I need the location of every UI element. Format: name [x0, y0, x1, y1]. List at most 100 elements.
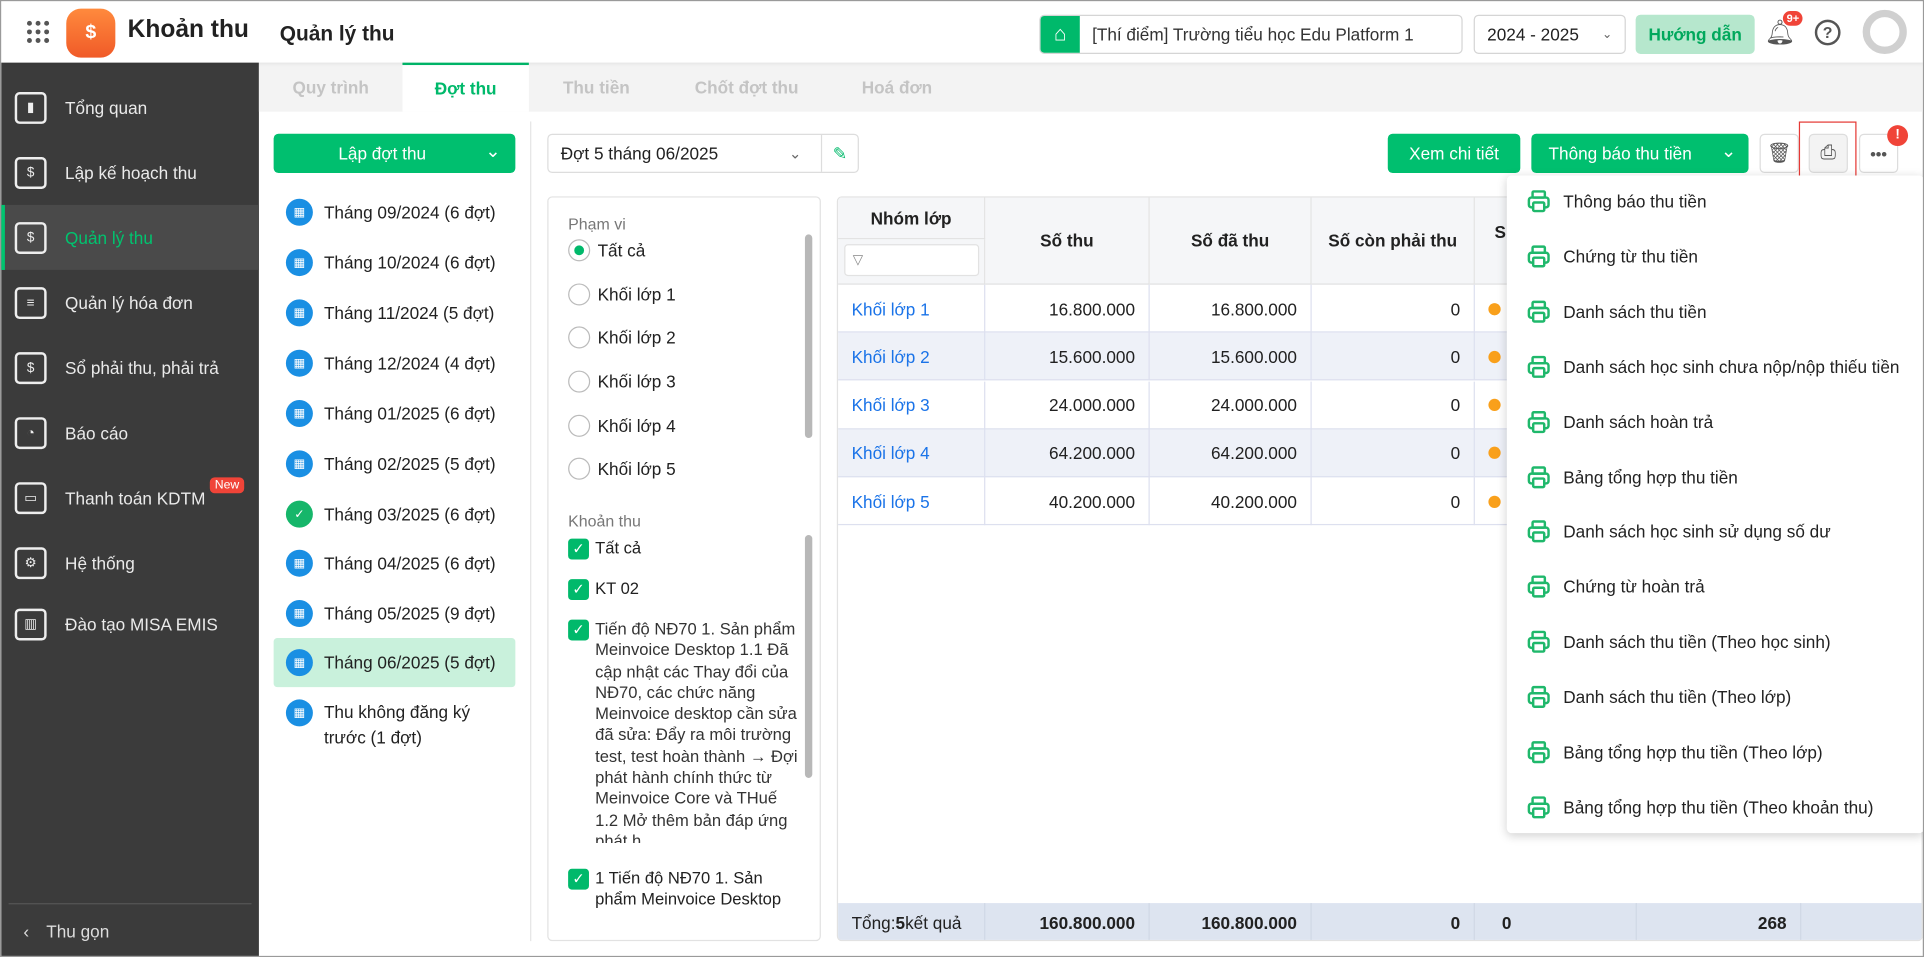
create-period-button[interactable]: Lập đợt thu ⌄ — [273, 133, 516, 174]
payment-notice-button[interactable]: Thông báo thu tiền ⌄ — [1531, 133, 1749, 174]
radio-icon[interactable] — [568, 414, 591, 437]
print-menu-item[interactable]: Danh sách học sinh chưa nộp/nộp thiếu ti… — [1507, 340, 1923, 394]
tab-dot-thu[interactable]: Đợt thu — [402, 62, 529, 112]
avatar[interactable] — [1862, 9, 1907, 54]
filter-funnel-icon[interactable]: ▽ — [844, 244, 980, 277]
fee-option-label: Tất cả — [595, 538, 642, 558]
year-value: 2024 - 2025 — [1487, 24, 1579, 45]
sidebar-item-label: Hệ thống — [65, 552, 135, 573]
checkbox-checked-icon[interactable]: ✓ — [568, 868, 589, 890]
printer-icon — [1526, 575, 1551, 600]
period-item[interactable]: ▦ Tháng 01/2025 (6 đợt) — [274, 389, 516, 438]
group-cell[interactable]: Khối lớp 4 — [838, 429, 986, 478]
group-cell[interactable]: Khối lớp 5 — [838, 477, 986, 526]
radio-icon[interactable] — [568, 326, 591, 349]
school-selector[interactable]: ⌂ [Thí điểm] Trường tiểu học Edu Platform… — [1039, 14, 1463, 54]
card-icon: ▭ — [14, 481, 47, 514]
period-item[interactable]: ▦ Tháng 06/2025 (5 đợt) — [273, 638, 516, 688]
radio-icon[interactable] — [568, 283, 591, 306]
guide-button[interactable]: Hướng dẫn — [1635, 14, 1755, 54]
view-detail-button[interactable]: Xem chi tiết — [1387, 133, 1521, 174]
fee-checkbox[interactable]: ✓ 1 Tiến độ NĐ70 1. Sản phẩm Meinvoice De… — [568, 868, 801, 912]
fee-checkbox[interactable]: ✓ Tất cả — [568, 537, 801, 560]
period-item[interactable]: ▦ Tháng 05/2025 (9 đợt) — [274, 589, 516, 638]
help-icon[interactable]: ? — [1814, 19, 1841, 46]
fee-checkbox[interactable]: ✓ Tiến độ NĐ70 1. Sản phẩm Meinvoice Desk… — [568, 618, 801, 843]
scope-radio[interactable]: Khối lớp 5 — [568, 457, 676, 480]
scope-radio[interactable]: Khối lớp 4 — [568, 414, 676, 437]
tab-thu-tien[interactable]: Thu tiền — [529, 63, 664, 112]
sidebar-item-6[interactable]: ▭ Thanh toán KDTM New — [1, 465, 259, 530]
print-menu-item[interactable]: Chứng từ hoàn trả — [1507, 560, 1923, 614]
sidebar-item-8[interactable]: ▥ Đào tạo MISA EMIS — [1, 591, 259, 656]
group-cell[interactable]: Khối lớp 1 — [838, 284, 986, 333]
checkbox-checked-icon[interactable]: ✓ — [568, 538, 589, 560]
print-menu-item[interactable]: Danh sách học sinh sử dụng số dư — [1507, 505, 1923, 559]
group-cell[interactable]: Khối lớp 3 — [838, 381, 986, 429]
period-item[interactable]: ▦ Tháng 11/2024 (5 đợt) — [274, 288, 516, 337]
book-icon: ▥ — [14, 607, 47, 640]
group-cell[interactable]: Khối lớp 2 — [838, 332, 986, 381]
edit-pencil-icon[interactable]: ✎ — [820, 134, 858, 172]
sidebar-item-7[interactable]: ⚙ Hệ thống — [1, 530, 259, 595]
fee-option-label: KT 02 — [595, 579, 640, 598]
scope-radio[interactable]: Khối lớp 2 — [568, 326, 676, 349]
sidebar-item-0[interactable]: ▮ Tổng quan — [1, 75, 259, 140]
chevron-down-icon[interactable]: ⌄ — [485, 140, 500, 162]
radio-icon[interactable] — [568, 239, 591, 262]
fee-checkbox[interactable]: ✓ KT 02 — [568, 578, 801, 601]
print-menu-label: Danh sách hoàn trả — [1563, 411, 1714, 432]
app-grid-icon[interactable] — [26, 20, 50, 43]
print-menu-item[interactable]: Bảng tổng hợp thu tiền (Theo lớp) — [1507, 725, 1923, 779]
radio-icon[interactable] — [568, 370, 591, 393]
sidebar-item-1[interactable]: $ Lập kế hoạch thu — [1, 140, 259, 205]
period-item[interactable]: ▦ Tháng 12/2024 (4 đợt) — [274, 339, 516, 388]
sidebar-item-3[interactable]: ≡ Quản lý hóa đơn — [1, 270, 259, 335]
chevron-down-icon[interactable]: ⌄ — [1721, 140, 1736, 162]
scope-radio[interactable]: Tất cả — [568, 239, 645, 262]
checkbox-checked-icon[interactable]: ✓ — [568, 579, 589, 601]
print-menu-label: Chứng từ thu tiền — [1563, 246, 1698, 267]
period-label: Tháng 04/2025 (6 đợt) — [323, 553, 496, 574]
print-menu-item[interactable]: Danh sách thu tiền (Theo lớp) — [1507, 670, 1923, 724]
scope-radio[interactable]: Khối lớp 3 — [568, 370, 676, 393]
period-item[interactable]: ▦ Tháng 02/2025 (5 đợt) — [274, 439, 516, 488]
sidebar-item-4[interactable]: $ Sổ phải thu, phải trả — [1, 335, 259, 400]
period-item[interactable]: ▦ Tháng 10/2024 (6 đợt) — [274, 238, 516, 287]
checkbox-checked-icon[interactable]: ✓ — [568, 619, 589, 641]
tab-chot-dot-thu[interactable]: Chốt đợt thu — [676, 63, 817, 112]
print-menu-item[interactable]: Danh sách thu tiền (Theo học sinh) — [1507, 615, 1923, 669]
year-select[interactable]: 2024 - 2025 ⌄ — [1473, 14, 1626, 54]
print-menu-item[interactable]: Bảng tổng hợp thu tiền — [1507, 450, 1923, 504]
period-label: Tháng 01/2025 (6 đợt) — [323, 403, 496, 424]
calendar-icon: ▦ — [285, 299, 313, 327]
remaining-cell: 0 — [1312, 284, 1475, 333]
calendar-icon: ▦ — [285, 549, 313, 577]
tab-quy-trinh[interactable]: Quy trình — [259, 63, 403, 112]
batch-select[interactable]: Đợt 5 tháng 06/2025 ⌄ ✎ — [547, 133, 859, 174]
radio-icon[interactable] — [568, 457, 591, 480]
sidebar-item-label: Quản lý hóa đơn — [65, 292, 193, 313]
period-item[interactable]: ▦ Tháng 09/2024 (6 đợt) — [274, 188, 516, 237]
trash-icon[interactable]: 🗑︎ — [1759, 133, 1799, 174]
sidebar-item-5[interactable]: ◔ Báo cáo — [1, 400, 259, 465]
printer-icon[interactable]: ⎙ — [1808, 133, 1848, 174]
print-menu-item[interactable]: Danh sách thu tiền — [1507, 284, 1923, 338]
fee-scrollbar[interactable] — [804, 534, 813, 778]
print-menu-item[interactable]: Chứng từ thu tiền — [1507, 229, 1923, 283]
period-item[interactable]: ▦ Tháng 04/2025 (6 đợt) — [274, 539, 516, 588]
print-menu-item[interactable]: Danh sách hoàn trả — [1507, 395, 1923, 449]
total-cell: 15.600.000 — [985, 332, 1150, 381]
sidebar-item-2[interactable]: $ Quản lý thu — [1, 204, 259, 270]
app-title: Khoản thu — [127, 15, 249, 43]
period-item[interactable]: ▦ Thu không đăng ký trước (1 đợt) — [274, 688, 516, 749]
tab-bar: Quy trình Đợt thu Thu tiền Chốt đợt thu … — [258, 62, 1923, 112]
scope-radio[interactable]: Khối lớp 1 — [568, 283, 676, 306]
print-menu-item[interactable]: Thông báo thu tiền — [1507, 174, 1923, 228]
period-item[interactable]: ✓ Tháng 03/2025 (6 đợt) — [274, 490, 516, 539]
collapse-button[interactable]: ‹ Thu gọn — [8, 903, 252, 956]
scope-scrollbar[interactable] — [804, 234, 813, 439]
print-menu-label: Danh sách thu tiền (Theo lớp) — [1563, 687, 1792, 707]
tab-hoa-don[interactable]: Hoá đơn — [829, 63, 964, 112]
print-menu-item[interactable]: Bảng tổng hợp thu tiền (Theo khoản thu) — [1507, 780, 1923, 834]
